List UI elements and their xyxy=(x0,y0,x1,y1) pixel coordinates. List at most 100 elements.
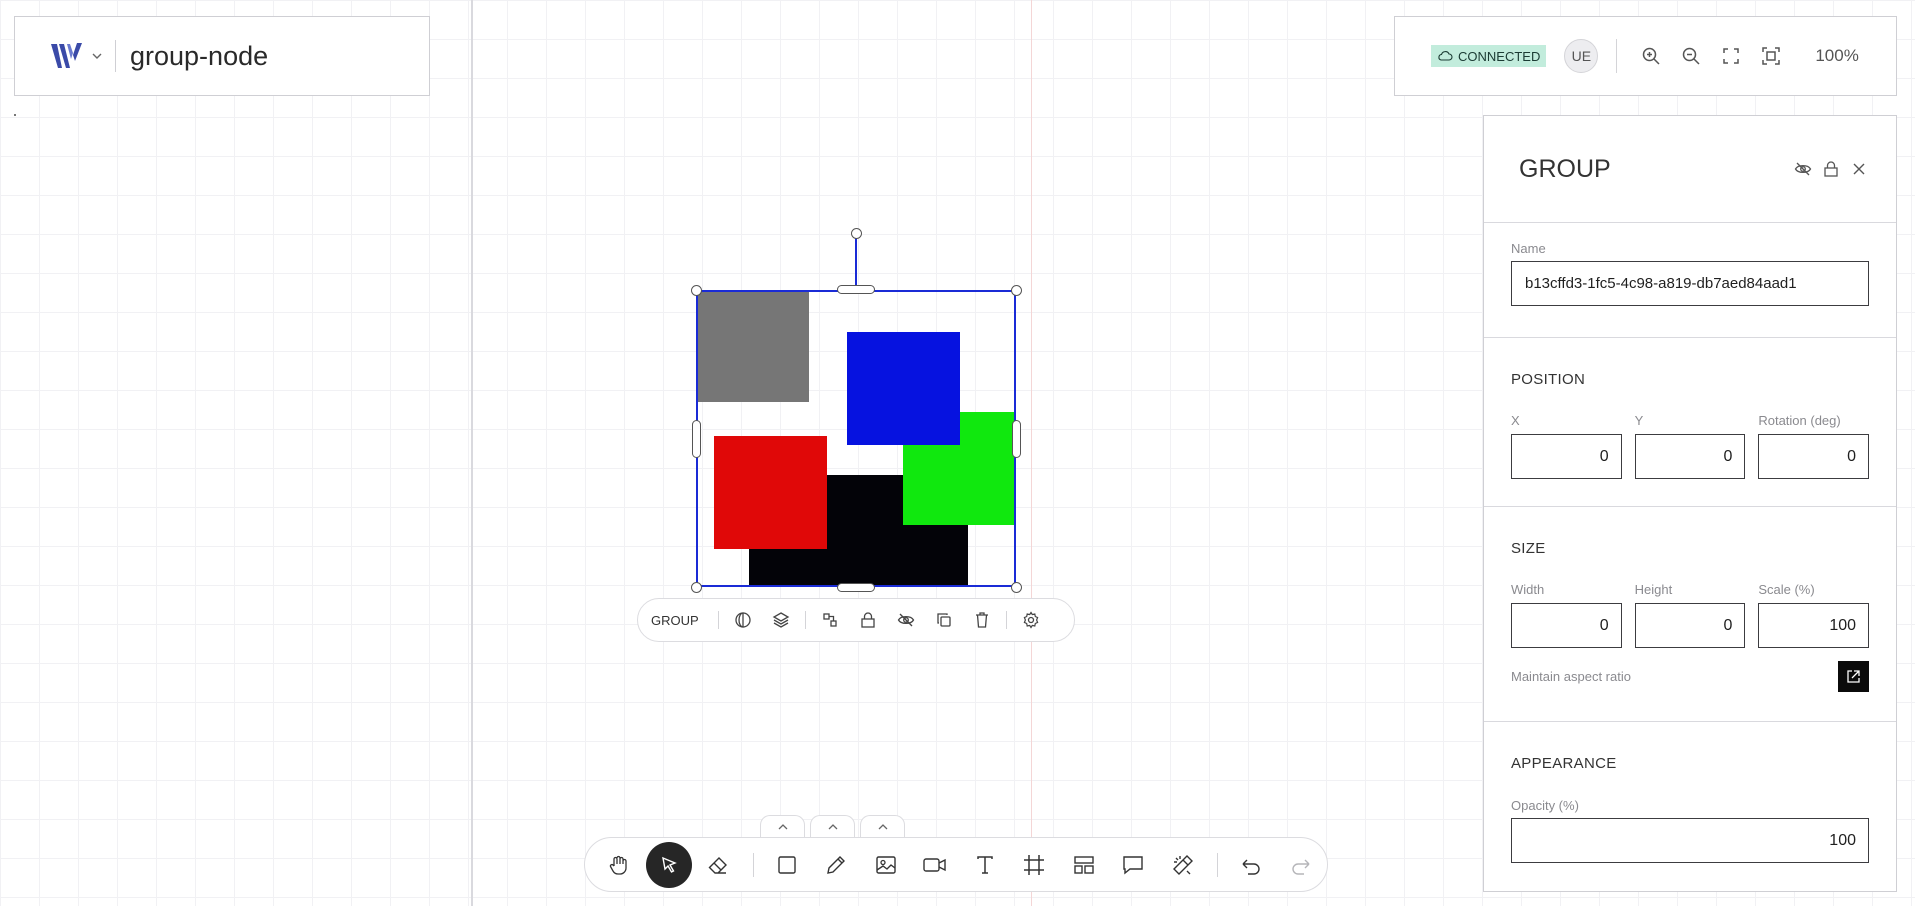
height-input[interactable] xyxy=(1634,603,1746,648)
size-title: SIZE xyxy=(1511,540,1546,557)
toolbar-divider xyxy=(1217,852,1218,877)
zoom-in-button[interactable] xyxy=(1631,36,1671,76)
aspect-ratio-toggle[interactable] xyxy=(1838,661,1869,692)
resize-handle-bottom-right[interactable] xyxy=(1011,582,1022,593)
name-input[interactable] xyxy=(1511,261,1869,306)
frame-tool-icon xyxy=(1024,854,1044,875)
app-logo-menu[interactable] xyxy=(49,41,103,71)
chevron-up-icon xyxy=(828,823,837,829)
width-input[interactable] xyxy=(1511,603,1622,648)
eraser-tool-button[interactable] xyxy=(695,842,741,888)
zoom-out-icon xyxy=(1683,47,1700,65)
ungroup-icon xyxy=(823,613,837,627)
gear-icon xyxy=(1023,611,1039,629)
panel-title: GROUP xyxy=(1519,154,1611,183)
ungroup-button[interactable] xyxy=(811,601,849,639)
video-tool-icon xyxy=(923,857,946,872)
video-tool-button[interactable] xyxy=(912,842,958,888)
project-header: group-node xyxy=(14,16,430,96)
eye-off-icon xyxy=(1794,162,1812,176)
comment-tool-button[interactable] xyxy=(1110,842,1156,888)
selection-type-label: GROUP xyxy=(651,612,699,628)
select-tool-icon xyxy=(661,856,677,873)
select-tool-button[interactable] xyxy=(645,841,692,888)
header-divider xyxy=(115,40,116,72)
close-icon xyxy=(1853,163,1865,175)
mask-button[interactable] xyxy=(724,601,762,639)
fit-to-screen-button[interactable] xyxy=(1751,36,1791,76)
magic-tool-button[interactable] xyxy=(1160,842,1206,888)
zoom-level[interactable]: 100% xyxy=(1815,46,1858,66)
top-right-controls: CONNECTED UE 100% xyxy=(1394,16,1897,96)
comment-tool-icon xyxy=(1123,855,1143,874)
scale-input[interactable] xyxy=(1758,603,1870,648)
rotation-handle[interactable] xyxy=(851,228,862,239)
fullscreen-icon xyxy=(1723,48,1740,64)
chevron-up-icon xyxy=(778,823,787,829)
settings-button[interactable] xyxy=(1012,601,1050,639)
chevron-up-icon xyxy=(878,823,887,829)
hide-button[interactable] xyxy=(1792,158,1814,180)
lock-button[interactable] xyxy=(1820,158,1842,180)
tray-toggle-3[interactable] xyxy=(860,815,905,837)
appearance-title: APPEARANCE xyxy=(1511,755,1617,772)
redo-button[interactable] xyxy=(1278,842,1324,888)
lock-group-button[interactable] xyxy=(849,601,887,639)
user-avatar[interactable]: UE xyxy=(1564,39,1599,73)
canvas-guide-vertical xyxy=(471,0,473,906)
hide-group-button[interactable] xyxy=(887,601,925,639)
toolbar-divider xyxy=(752,852,754,877)
resize-handle-top-right[interactable] xyxy=(1011,285,1022,296)
text-tool-icon xyxy=(976,855,993,874)
x-input[interactable] xyxy=(1511,434,1622,479)
frame-tool-button[interactable] xyxy=(1011,842,1057,888)
fullscreen-button[interactable] xyxy=(1711,36,1751,76)
aspect-ratio-label: Maintain aspect ratio xyxy=(1511,669,1631,684)
lock-icon xyxy=(861,612,875,628)
toolbar-divider xyxy=(1005,611,1007,629)
resize-handle-bottom[interactable] xyxy=(837,583,875,592)
redo-icon xyxy=(1291,859,1309,875)
close-panel-button[interactable] xyxy=(1848,158,1870,180)
group-node[interactable] xyxy=(696,290,1016,587)
opacity-input[interactable] xyxy=(1511,818,1869,863)
rotation-input[interactable] xyxy=(1758,434,1870,479)
image-tool-icon xyxy=(875,855,896,874)
eraser-tool-icon xyxy=(708,856,727,874)
shape-blue-rect[interactable] xyxy=(847,332,960,445)
resize-handle-left[interactable] xyxy=(692,420,701,458)
eye-off-icon xyxy=(897,613,914,627)
y-input[interactable] xyxy=(1634,434,1746,479)
layout-tool-button[interactable] xyxy=(1061,842,1107,888)
resize-handle-right[interactable] xyxy=(1012,420,1021,458)
shape-gray-rect[interactable] xyxy=(696,290,809,402)
text-tool-button[interactable] xyxy=(962,842,1008,888)
zoom-in-icon xyxy=(1643,47,1660,65)
project-title[interactable]: group-node xyxy=(130,41,268,72)
duplicate-button[interactable] xyxy=(925,601,963,639)
position-title: POSITION xyxy=(1511,371,1586,388)
shape-red-rect[interactable] xyxy=(714,436,827,549)
resize-handle-top[interactable] xyxy=(837,285,875,294)
rectangle-tool-button[interactable] xyxy=(764,842,810,888)
layers-button[interactable] xyxy=(762,601,800,639)
hand-tool-button[interactable] xyxy=(596,842,642,888)
tray-toggle-2[interactable] xyxy=(810,815,855,837)
undo-button[interactable] xyxy=(1228,842,1274,888)
controls-divider xyxy=(1616,39,1618,73)
height-label: Height xyxy=(1634,582,1673,597)
image-tool-button[interactable] xyxy=(863,842,909,888)
magic-tool-icon xyxy=(1172,854,1193,875)
tray-toggle-1[interactable] xyxy=(760,815,805,837)
appearance-section: APPEARANCE Opacity (%) xyxy=(1484,722,1896,863)
delete-button[interactable] xyxy=(963,601,1001,639)
layers-icon xyxy=(772,612,789,628)
zoom-out-button[interactable] xyxy=(1671,36,1711,76)
resize-handle-bottom-left[interactable] xyxy=(691,582,702,593)
position-section: POSITION X Y Rotation (deg) xyxy=(1484,338,1896,507)
connection-status-text: CONNECTED xyxy=(1458,48,1541,64)
rotation-label: Rotation (deg) xyxy=(1758,413,1841,428)
name-section: Name xyxy=(1484,223,1896,338)
resize-handle-top-left[interactable] xyxy=(691,285,702,296)
pen-tool-button[interactable] xyxy=(813,842,859,888)
